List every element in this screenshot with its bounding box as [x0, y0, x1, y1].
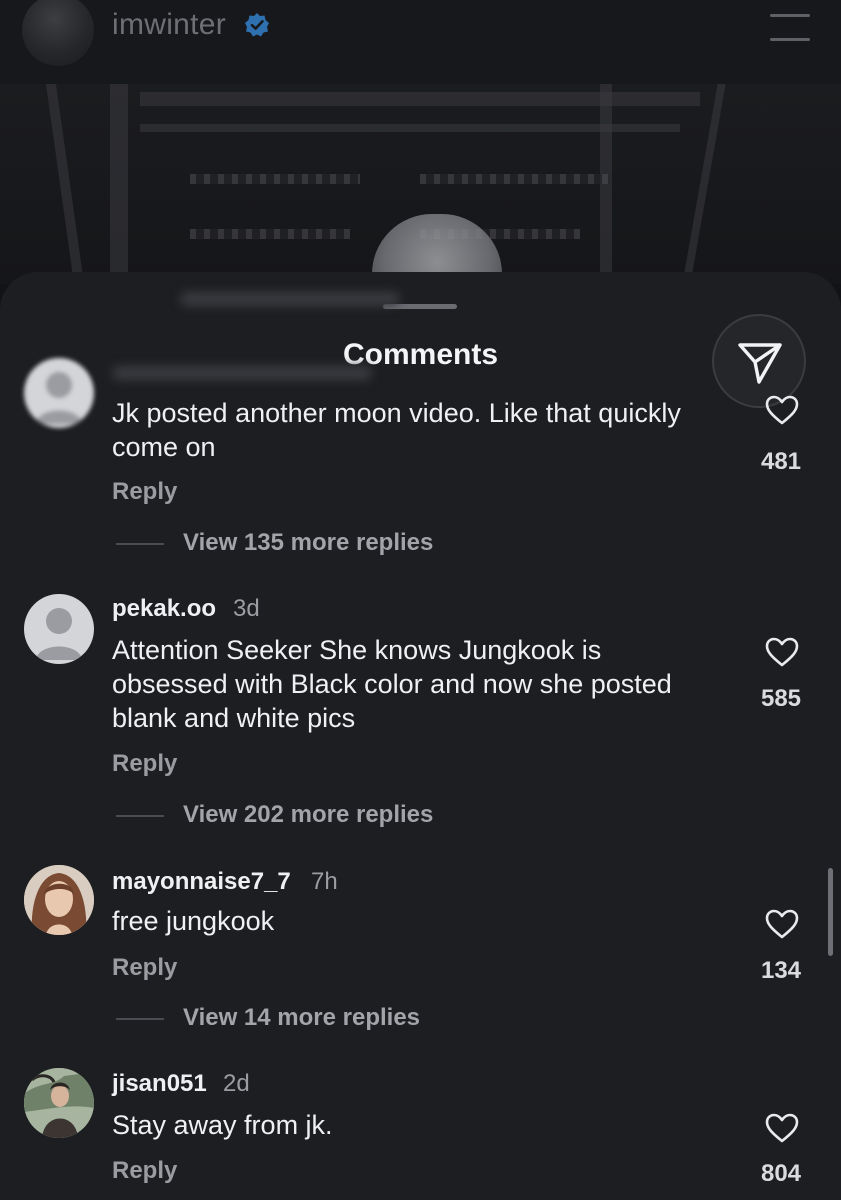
heart-icon[interactable] [764, 636, 800, 668]
profile-header: imwinter [0, 0, 841, 84]
scrollbar[interactable] [828, 868, 833, 956]
comments-sheet: Comments Jk posted another moon video. L… [0, 272, 841, 1200]
view-more-replies[interactable]: View 14 more replies [183, 1004, 420, 1032]
heart-icon[interactable] [764, 1112, 800, 1144]
profile-username[interactable]: imwinter [112, 8, 226, 42]
menu-icon[interactable] [770, 10, 810, 42]
reply-button[interactable]: Reply [112, 1157, 177, 1185]
reply-button[interactable]: Reply [112, 478, 177, 506]
like-count: 134 [760, 957, 802, 984]
comment-text: Attention Seeker She knows Jungkook is o… [112, 635, 672, 733]
like-count: 585 [760, 685, 802, 712]
thread-line [116, 1018, 164, 1020]
heart-icon[interactable] [764, 908, 800, 940]
reply-button[interactable]: Reply [112, 954, 177, 982]
comment-text: Jk posted another moon video. Like that … [112, 398, 681, 462]
commenter-avatar[interactable] [24, 1068, 94, 1138]
commenter-username[interactable]: mayonnaise7_7 [112, 868, 291, 896]
like-count: 481 [760, 448, 802, 475]
reply-button[interactable]: Reply [112, 750, 177, 778]
thread-line [116, 543, 164, 545]
commenter-username-blurred [112, 366, 372, 380]
verified-badge-icon [245, 13, 269, 37]
comment-time: 3d [233, 595, 260, 622]
comment-time: 7h [311, 868, 338, 895]
post-photo [0, 84, 841, 284]
view-more-replies[interactable]: View 202 more replies [183, 801, 433, 829]
profile-avatar[interactable] [22, 0, 94, 66]
commenter-username[interactable]: pekak.oo [112, 595, 216, 623]
heart-icon[interactable] [764, 394, 800, 426]
comment-text: Stay away from jk. [112, 1110, 333, 1140]
comment-text: free jungkook [112, 906, 275, 936]
view-more-replies[interactable]: View 135 more replies [183, 529, 433, 557]
like-count: 804 [760, 1160, 802, 1187]
commenter-avatar[interactable] [24, 865, 94, 935]
commenter-avatar[interactable] [24, 358, 94, 428]
commenter-username[interactable]: jisan051 [112, 1070, 207, 1098]
send-icon [738, 343, 782, 384]
commenter-avatar[interactable] [24, 594, 94, 664]
thread-line [116, 815, 164, 817]
comment-time: 2d [223, 1070, 250, 1097]
